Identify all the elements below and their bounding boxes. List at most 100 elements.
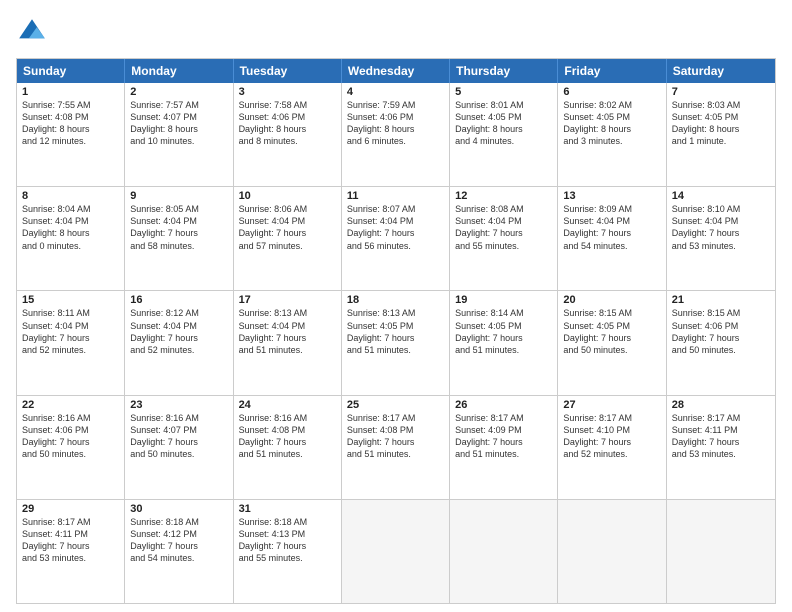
- cal-cell-27: 27Sunrise: 8:17 AM Sunset: 4:10 PM Dayli…: [558, 396, 666, 499]
- cell-data: Sunrise: 7:55 AM Sunset: 4:08 PM Dayligh…: [22, 99, 119, 148]
- cell-data: Sunrise: 8:18 AM Sunset: 4:13 PM Dayligh…: [239, 516, 336, 565]
- cal-cell-9: 9Sunrise: 8:05 AM Sunset: 4:04 PM Daylig…: [125, 187, 233, 290]
- cal-cell-10: 10Sunrise: 8:06 AM Sunset: 4:04 PM Dayli…: [234, 187, 342, 290]
- cal-cell-11: 11Sunrise: 8:07 AM Sunset: 4:04 PM Dayli…: [342, 187, 450, 290]
- day-number: 31: [239, 503, 336, 515]
- cell-data: Sunrise: 8:12 AM Sunset: 4:04 PM Dayligh…: [130, 307, 227, 356]
- day-number: 6: [563, 86, 660, 98]
- cal-header-friday: Friday: [558, 59, 666, 83]
- cal-cell-18: 18Sunrise: 8:13 AM Sunset: 4:05 PM Dayli…: [342, 291, 450, 394]
- cal-cell-29: 29Sunrise: 8:17 AM Sunset: 4:11 PM Dayli…: [17, 500, 125, 603]
- day-number: 23: [130, 399, 227, 411]
- cell-data: Sunrise: 8:18 AM Sunset: 4:12 PM Dayligh…: [130, 516, 227, 565]
- day-number: 15: [22, 294, 119, 306]
- day-number: 4: [347, 86, 444, 98]
- calendar-body: 1Sunrise: 7:55 AM Sunset: 4:08 PM Daylig…: [17, 83, 775, 603]
- calendar-header: SundayMondayTuesdayWednesdayThursdayFrid…: [17, 59, 775, 83]
- cal-header-saturday: Saturday: [667, 59, 775, 83]
- cell-data: Sunrise: 8:17 AM Sunset: 4:08 PM Dayligh…: [347, 412, 444, 461]
- day-number: 19: [455, 294, 552, 306]
- day-number: 22: [22, 399, 119, 411]
- cal-cell-1: 1Sunrise: 7:55 AM Sunset: 4:08 PM Daylig…: [17, 83, 125, 186]
- cal-cell-12: 12Sunrise: 8:08 AM Sunset: 4:04 PM Dayli…: [450, 187, 558, 290]
- cal-row-1: 8Sunrise: 8:04 AM Sunset: 4:04 PM Daylig…: [17, 186, 775, 290]
- day-number: 29: [22, 503, 119, 515]
- cell-data: Sunrise: 8:17 AM Sunset: 4:11 PM Dayligh…: [22, 516, 119, 565]
- cal-row-4: 29Sunrise: 8:17 AM Sunset: 4:11 PM Dayli…: [17, 499, 775, 603]
- cal-cell-28: 28Sunrise: 8:17 AM Sunset: 4:11 PM Dayli…: [667, 396, 775, 499]
- cal-cell-2: 2Sunrise: 7:57 AM Sunset: 4:07 PM Daylig…: [125, 83, 233, 186]
- cal-row-2: 15Sunrise: 8:11 AM Sunset: 4:04 PM Dayli…: [17, 290, 775, 394]
- day-number: 7: [672, 86, 770, 98]
- day-number: 25: [347, 399, 444, 411]
- cal-cell-17: 17Sunrise: 8:13 AM Sunset: 4:04 PM Dayli…: [234, 291, 342, 394]
- cell-data: Sunrise: 8:16 AM Sunset: 4:07 PM Dayligh…: [130, 412, 227, 461]
- cal-cell-30: 30Sunrise: 8:18 AM Sunset: 4:12 PM Dayli…: [125, 500, 233, 603]
- cal-cell-5: 5Sunrise: 8:01 AM Sunset: 4:05 PM Daylig…: [450, 83, 558, 186]
- cal-header-tuesday: Tuesday: [234, 59, 342, 83]
- cell-data: Sunrise: 8:11 AM Sunset: 4:04 PM Dayligh…: [22, 307, 119, 356]
- cal-cell-empty-3: [342, 500, 450, 603]
- cal-cell-26: 26Sunrise: 8:17 AM Sunset: 4:09 PM Dayli…: [450, 396, 558, 499]
- cell-data: Sunrise: 8:07 AM Sunset: 4:04 PM Dayligh…: [347, 203, 444, 252]
- day-number: 24: [239, 399, 336, 411]
- cell-data: Sunrise: 8:16 AM Sunset: 4:08 PM Dayligh…: [239, 412, 336, 461]
- header: [16, 16, 776, 48]
- cal-cell-4: 4Sunrise: 7:59 AM Sunset: 4:06 PM Daylig…: [342, 83, 450, 186]
- cal-cell-15: 15Sunrise: 8:11 AM Sunset: 4:04 PM Dayli…: [17, 291, 125, 394]
- day-number: 10: [239, 190, 336, 202]
- cal-cell-3: 3Sunrise: 7:58 AM Sunset: 4:06 PM Daylig…: [234, 83, 342, 186]
- day-number: 12: [455, 190, 552, 202]
- cell-data: Sunrise: 7:58 AM Sunset: 4:06 PM Dayligh…: [239, 99, 336, 148]
- cell-data: Sunrise: 8:02 AM Sunset: 4:05 PM Dayligh…: [563, 99, 660, 148]
- cal-row-3: 22Sunrise: 8:16 AM Sunset: 4:06 PM Dayli…: [17, 395, 775, 499]
- cell-data: Sunrise: 8:05 AM Sunset: 4:04 PM Dayligh…: [130, 203, 227, 252]
- cell-data: Sunrise: 8:04 AM Sunset: 4:04 PM Dayligh…: [22, 203, 119, 252]
- day-number: 20: [563, 294, 660, 306]
- cell-data: Sunrise: 8:16 AM Sunset: 4:06 PM Dayligh…: [22, 412, 119, 461]
- day-number: 18: [347, 294, 444, 306]
- cal-cell-20: 20Sunrise: 8:15 AM Sunset: 4:05 PM Dayli…: [558, 291, 666, 394]
- cal-header-monday: Monday: [125, 59, 233, 83]
- day-number: 21: [672, 294, 770, 306]
- day-number: 2: [130, 86, 227, 98]
- cell-data: Sunrise: 8:10 AM Sunset: 4:04 PM Dayligh…: [672, 203, 770, 252]
- day-number: 8: [22, 190, 119, 202]
- cal-row-0: 1Sunrise: 7:55 AM Sunset: 4:08 PM Daylig…: [17, 83, 775, 186]
- cal-cell-empty-6: [667, 500, 775, 603]
- day-number: 13: [563, 190, 660, 202]
- day-number: 16: [130, 294, 227, 306]
- cell-data: Sunrise: 8:17 AM Sunset: 4:09 PM Dayligh…: [455, 412, 552, 461]
- cal-cell-13: 13Sunrise: 8:09 AM Sunset: 4:04 PM Dayli…: [558, 187, 666, 290]
- cell-data: Sunrise: 8:17 AM Sunset: 4:11 PM Dayligh…: [672, 412, 770, 461]
- cal-header-sunday: Sunday: [17, 59, 125, 83]
- calendar: SundayMondayTuesdayWednesdayThursdayFrid…: [16, 58, 776, 604]
- cal-cell-14: 14Sunrise: 8:10 AM Sunset: 4:04 PM Dayli…: [667, 187, 775, 290]
- logo: [16, 16, 52, 48]
- cell-data: Sunrise: 7:59 AM Sunset: 4:06 PM Dayligh…: [347, 99, 444, 148]
- cal-header-thursday: Thursday: [450, 59, 558, 83]
- cell-data: Sunrise: 8:01 AM Sunset: 4:05 PM Dayligh…: [455, 99, 552, 148]
- day-number: 27: [563, 399, 660, 411]
- cal-cell-8: 8Sunrise: 8:04 AM Sunset: 4:04 PM Daylig…: [17, 187, 125, 290]
- cal-cell-22: 22Sunrise: 8:16 AM Sunset: 4:06 PM Dayli…: [17, 396, 125, 499]
- day-number: 17: [239, 294, 336, 306]
- cal-cell-empty-5: [558, 500, 666, 603]
- day-number: 26: [455, 399, 552, 411]
- logo-icon: [16, 16, 48, 48]
- cal-cell-23: 23Sunrise: 8:16 AM Sunset: 4:07 PM Dayli…: [125, 396, 233, 499]
- cal-cell-21: 21Sunrise: 8:15 AM Sunset: 4:06 PM Dayli…: [667, 291, 775, 394]
- cell-data: Sunrise: 8:17 AM Sunset: 4:10 PM Dayligh…: [563, 412, 660, 461]
- cal-cell-25: 25Sunrise: 8:17 AM Sunset: 4:08 PM Dayli…: [342, 396, 450, 499]
- cell-data: Sunrise: 8:03 AM Sunset: 4:05 PM Dayligh…: [672, 99, 770, 148]
- cal-cell-6: 6Sunrise: 8:02 AM Sunset: 4:05 PM Daylig…: [558, 83, 666, 186]
- day-number: 1: [22, 86, 119, 98]
- day-number: 9: [130, 190, 227, 202]
- cell-data: Sunrise: 8:14 AM Sunset: 4:05 PM Dayligh…: [455, 307, 552, 356]
- cal-cell-7: 7Sunrise: 8:03 AM Sunset: 4:05 PM Daylig…: [667, 83, 775, 186]
- day-number: 3: [239, 86, 336, 98]
- cal-cell-19: 19Sunrise: 8:14 AM Sunset: 4:05 PM Dayli…: [450, 291, 558, 394]
- cal-cell-31: 31Sunrise: 8:18 AM Sunset: 4:13 PM Dayli…: [234, 500, 342, 603]
- cell-data: Sunrise: 8:06 AM Sunset: 4:04 PM Dayligh…: [239, 203, 336, 252]
- day-number: 5: [455, 86, 552, 98]
